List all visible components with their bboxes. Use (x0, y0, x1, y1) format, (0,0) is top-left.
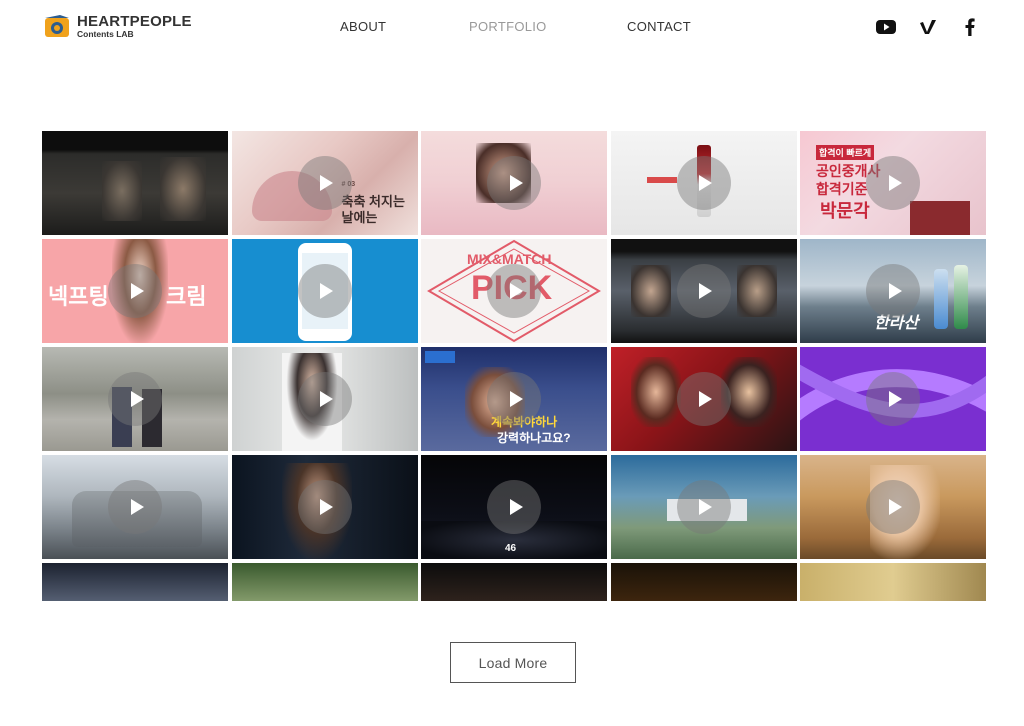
youtube-icon[interactable] (876, 17, 896, 37)
nav-portfolio[interactable]: PORTFOLIO (469, 19, 547, 34)
play-icon (676, 156, 731, 210)
load-more-button[interactable]: Load More (450, 642, 576, 683)
play-icon (108, 372, 162, 426)
video-thumbnail[interactable] (610, 455, 797, 559)
video-thumbnail[interactable]: 46 (421, 455, 607, 559)
nav-contact[interactable]: CONTACT (627, 19, 691, 34)
social-links (876, 17, 980, 37)
play-icon (108, 264, 162, 318)
play-icon (487, 372, 541, 426)
main-nav: ABOUT PORTFOLIO CONTACT (0, 19, 1024, 37)
video-thumbnail[interactable] (231, 455, 418, 559)
video-thumbnail[interactable] (42, 347, 228, 451)
video-thumbnail[interactable]: 한라산 (800, 239, 986, 343)
video-thumbnail[interactable]: # 03 축축 처지는 날에는 (231, 131, 418, 235)
play-icon (866, 264, 920, 318)
video-thumbnail[interactable] (42, 131, 228, 235)
video-thumbnail[interactable]: MIX&MATCH PICK (421, 239, 607, 343)
video-thumbnail[interactable] (42, 455, 228, 559)
video-thumbnail[interactable] (610, 563, 797, 601)
nav-about[interactable]: ABOUT (340, 19, 386, 34)
video-thumbnail[interactable] (421, 563, 607, 601)
play-icon (297, 372, 352, 426)
play-icon (297, 264, 352, 318)
video-thumbnail[interactable] (610, 131, 797, 235)
video-thumbnail[interactable] (610, 347, 797, 451)
video-thumbnail[interactable] (42, 563, 228, 601)
play-icon (676, 264, 731, 318)
video-thumbnail[interactable] (800, 455, 986, 559)
thumbnail-caption: 박문각 (820, 201, 870, 221)
video-thumbnail[interactable] (421, 131, 607, 235)
thumbnail-caption: 합격이 빠르게 (816, 145, 875, 160)
play-icon (297, 480, 352, 534)
page: HEARTPEOPLE Contents LAB ABOUT PORTFOLIO… (0, 0, 1024, 726)
thumbnail-caption: 강력하나고요? (497, 431, 571, 445)
play-icon (866, 372, 920, 426)
play-icon (676, 480, 731, 534)
play-icon (866, 480, 920, 534)
video-thumbnail[interactable]: 넥프팅 크림 (42, 239, 228, 343)
play-icon (297, 156, 352, 210)
vimeo-icon[interactable] (918, 17, 938, 37)
video-thumbnail[interactable] (800, 347, 986, 451)
play-icon (866, 156, 920, 210)
facebook-icon[interactable] (960, 17, 980, 37)
thumbnail-caption: 날에는 (341, 210, 378, 225)
portfolio-grid: # 03 축축 처지는 날에는 합격이 빠르게 공인중개사 합격기준 박문각 넥… (42, 131, 986, 601)
video-thumbnail[interactable] (231, 563, 418, 601)
thumbnail-caption: 46 (505, 543, 517, 554)
play-icon (487, 480, 541, 534)
site-header: HEARTPEOPLE Contents LAB ABOUT PORTFOLIO… (0, 0, 1024, 56)
thumbnail-caption: 합격기준 (816, 181, 868, 197)
play-icon (676, 372, 731, 426)
video-thumbnail[interactable]: 계속봐야하나 강력하나고요? (421, 347, 607, 451)
video-thumbnail[interactable] (231, 239, 418, 343)
video-thumbnail[interactable] (610, 239, 797, 343)
thumbnail-caption: 크림 (166, 284, 207, 309)
play-icon (108, 480, 162, 534)
play-icon (487, 264, 541, 318)
video-thumbnail[interactable] (231, 347, 418, 451)
thumbnail-caption: 넥프팅 (48, 284, 109, 309)
play-icon (487, 156, 541, 210)
video-thumbnail[interactable]: 합격이 빠르게 공인중개사 합격기준 박문각 (800, 131, 986, 235)
video-thumbnail[interactable] (800, 563, 986, 601)
